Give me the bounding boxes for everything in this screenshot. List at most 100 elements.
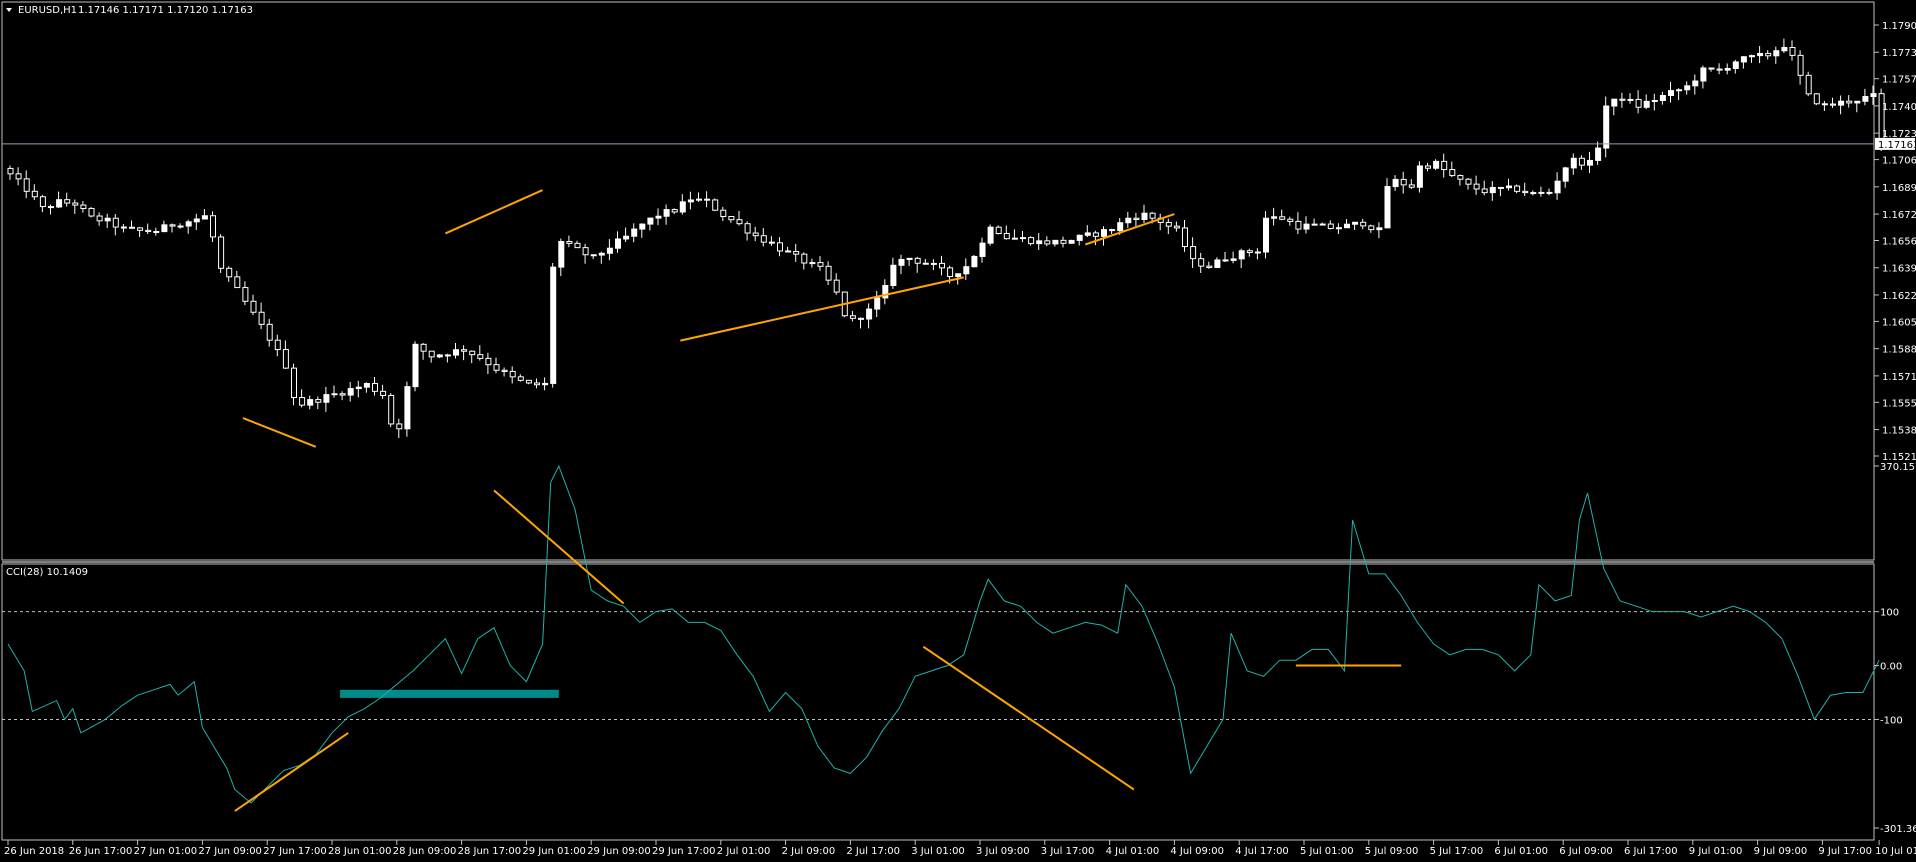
candle-body bbox=[226, 267, 233, 278]
candle-body bbox=[1149, 212, 1156, 219]
candle-body bbox=[1109, 229, 1116, 232]
time-tick-label: 27 Jun 01:00 bbox=[134, 846, 198, 857]
candle-body bbox=[420, 343, 427, 352]
candle-body bbox=[1854, 100, 1861, 104]
candle-body bbox=[971, 255, 978, 268]
candle-body bbox=[1846, 100, 1853, 104]
candle-body bbox=[1465, 178, 1472, 185]
candle-body bbox=[1376, 227, 1383, 231]
candle-body bbox=[1425, 165, 1431, 169]
candle-body bbox=[347, 388, 354, 396]
price-tick-label: 1.16560 bbox=[1882, 237, 1916, 248]
candle-body bbox=[1684, 85, 1691, 91]
candle-body bbox=[1497, 186, 1504, 189]
candle-body bbox=[671, 209, 678, 213]
time-tick-label: 6 Jul 09:00 bbox=[1559, 846, 1613, 857]
candle-body bbox=[704, 198, 711, 201]
candle-body bbox=[339, 393, 346, 396]
candle-body bbox=[1238, 250, 1245, 260]
candle-body bbox=[825, 265, 832, 281]
candle-body bbox=[1433, 160, 1440, 169]
candle-body bbox=[955, 273, 962, 278]
candle-body bbox=[1263, 217, 1269, 253]
candle-body bbox=[1554, 180, 1561, 194]
candle-body bbox=[1813, 93, 1820, 105]
candle-body bbox=[979, 242, 986, 257]
candle-body bbox=[129, 226, 135, 229]
candle-body bbox=[1392, 178, 1399, 188]
candle-body bbox=[331, 393, 338, 396]
candle-body bbox=[428, 350, 435, 358]
candle-body bbox=[631, 228, 638, 237]
candle-body bbox=[1319, 223, 1326, 226]
candle-body bbox=[193, 218, 200, 223]
candle-body bbox=[930, 262, 937, 265]
candle-body bbox=[1068, 239, 1075, 244]
candle-body bbox=[1789, 46, 1796, 56]
candle-body bbox=[1749, 55, 1755, 58]
time-tick-label: 26 Jun 17:00 bbox=[69, 846, 133, 857]
candle-body bbox=[1627, 98, 1634, 101]
candle-body bbox=[1076, 234, 1083, 241]
candle-body bbox=[1773, 50, 1780, 57]
candle-body bbox=[655, 215, 662, 219]
candle-body bbox=[663, 209, 670, 217]
time-tick-label: 29 Jun 17:00 bbox=[652, 846, 716, 857]
candle-body bbox=[606, 247, 613, 254]
time-tick-label: 4 Jul 09:00 bbox=[1170, 846, 1224, 857]
candle-body bbox=[898, 258, 905, 266]
time-tick-label: 29 Jun 09:00 bbox=[587, 846, 651, 857]
candle-body bbox=[1489, 186, 1496, 194]
candle-body bbox=[1457, 175, 1464, 180]
candle-body bbox=[1635, 98, 1642, 108]
candle-body bbox=[1271, 216, 1278, 219]
candle-body bbox=[525, 379, 532, 384]
candle-body bbox=[1506, 185, 1512, 189]
candle-body bbox=[274, 339, 281, 351]
time-tick-label: 6 Jul 01:00 bbox=[1494, 846, 1548, 857]
candle-body bbox=[574, 242, 581, 249]
candle-body bbox=[1190, 246, 1197, 260]
candle-body bbox=[566, 241, 573, 244]
time-tick-label: 5 Jul 17:00 bbox=[1430, 846, 1484, 857]
candle-body bbox=[1222, 259, 1229, 262]
candle-body bbox=[15, 173, 22, 180]
price-tick-label: 1.17065 bbox=[1882, 156, 1916, 167]
candle-body bbox=[858, 317, 864, 320]
price-tick-label: 1.17735 bbox=[1882, 48, 1916, 59]
candle-body bbox=[1449, 169, 1456, 177]
time-tick-label: 10 Jul 01:00 bbox=[1875, 846, 1916, 857]
candle-body bbox=[64, 199, 71, 204]
candle-body bbox=[1765, 52, 1772, 57]
candle-body bbox=[809, 262, 816, 265]
candle-body bbox=[1757, 52, 1764, 57]
candle-body bbox=[1117, 222, 1124, 232]
candle-body bbox=[1805, 74, 1812, 95]
candle-body bbox=[728, 216, 735, 221]
candle-body bbox=[1295, 220, 1302, 230]
candle-body bbox=[647, 217, 654, 225]
candle-body bbox=[1732, 61, 1739, 69]
candle-body bbox=[1101, 229, 1107, 237]
candle-body bbox=[1133, 217, 1140, 220]
candle-body bbox=[1514, 185, 1521, 192]
ohlc-label: 1.17146 1.17171 1.17120 1.17163 bbox=[78, 5, 253, 16]
chart-background bbox=[0, 0, 1916, 862]
candle-body bbox=[1408, 184, 1415, 188]
candle-body bbox=[145, 229, 152, 233]
cci-zone bbox=[340, 689, 559, 698]
price-tick-label: 1.15380 bbox=[1882, 426, 1916, 437]
candle-body bbox=[1611, 98, 1618, 107]
time-tick-label: 3 Jul 01:00 bbox=[911, 846, 965, 857]
candle-body bbox=[1327, 223, 1334, 229]
candle-body bbox=[720, 209, 727, 218]
candle-body bbox=[1643, 100, 1650, 108]
time-tick-label: 28 Jun 09:00 bbox=[393, 846, 457, 857]
price-tick-label: 1.16725 bbox=[1882, 210, 1916, 221]
candle-body bbox=[315, 399, 322, 403]
candle-body bbox=[39, 196, 46, 208]
candle-body bbox=[96, 215, 103, 222]
time-tick-label: 6 Jul 17:00 bbox=[1624, 846, 1678, 857]
candle-body bbox=[169, 224, 176, 227]
candle-body bbox=[1676, 89, 1683, 92]
